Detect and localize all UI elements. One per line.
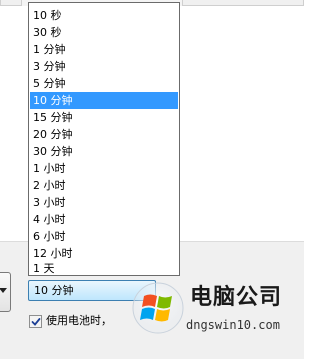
- top-tab[interactable]: [182, 0, 304, 6]
- windows-logo-icon: [132, 282, 184, 334]
- dropdown-option[interactable]: 4 小时: [30, 211, 178, 228]
- dropdown-option[interactable]: 1 分钟: [30, 41, 178, 58]
- dropdown-option-selected[interactable]: 10 分钟: [30, 92, 178, 109]
- dropdown-option[interactable]: 6 小时: [30, 228, 178, 245]
- dropdown-option[interactable]: 1 天: [30, 260, 178, 277]
- combobox-value: 10 分钟: [34, 284, 74, 297]
- dropdown-option[interactable]: 3 分钟: [30, 58, 178, 75]
- dropdown-option[interactable]: 20 分钟: [30, 126, 178, 143]
- timeout-dropdown-list[interactable]: 10 秒 30 秒 1 分钟 3 分钟 5 分钟 10 分钟 15 分钟 20 …: [28, 2, 180, 276]
- dropdown-option[interactable]: 15 分钟: [30, 109, 178, 126]
- dropdown-option[interactable]: 30 分钟: [30, 143, 178, 160]
- top-tab[interactable]: [0, 0, 22, 6]
- power-settings-screen: 10 秒 30 秒 1 分钟 3 分钟 5 分钟 10 分钟 15 分钟 20 …: [0, 0, 304, 359]
- dropdown-option[interactable]: 5 分钟: [30, 75, 178, 92]
- battery-checkbox-label: 使用电池时，: [46, 314, 112, 327]
- dropdown-option[interactable]: 3 小时: [30, 194, 178, 211]
- watermark-url: dngswin10.com: [186, 318, 280, 332]
- checkmark-icon: [31, 318, 41, 326]
- dropdown-option[interactable]: 30 秒: [30, 24, 178, 41]
- dropdown-option[interactable]: 1 小时: [30, 160, 178, 177]
- dropdown-option[interactable]: 2 小时: [30, 177, 178, 194]
- watermark: 电脑公司 dngswin10.com: [126, 276, 304, 346]
- watermark-title: 电脑公司: [190, 285, 283, 310]
- chevron-down-icon: [0, 288, 7, 293]
- left-dropdown-button[interactable]: [0, 272, 11, 312]
- battery-checkbox[interactable]: [29, 315, 42, 328]
- dropdown-option[interactable]: 10 秒: [30, 7, 178, 24]
